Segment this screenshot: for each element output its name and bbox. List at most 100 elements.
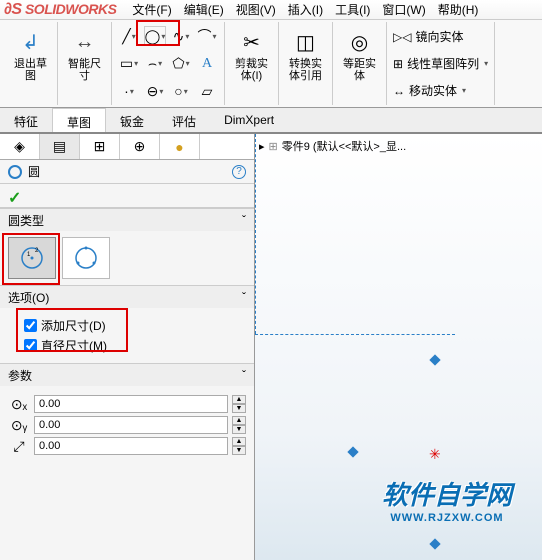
section-header-type[interactable]: 圆类型 ˇ [0,209,254,231]
param-y: ⊙ᵧ ▲▼ [8,416,246,434]
property-icon: ▤ [53,138,66,155]
watermark: 软件自学网 WWW.RJZXW.COM [382,475,512,524]
confirm-bar: ✓ [0,184,254,208]
axis-endpoint [347,446,358,457]
arc-tool[interactable]: ⌢▾ [144,54,166,74]
menu-file[interactable]: 文件(F) [132,1,171,18]
panel-tab-property[interactable]: ▤ [40,134,80,159]
property-manager: ◈ ▤ ⊞ ⊕ ● 圆 ? ✓ 圆类型 ˇ 12 [0,134,255,560]
convert-button[interactable]: ◫ 转换实 体引用 [285,24,326,86]
param-radius: ⤢ ▲▼ [8,437,246,455]
vertical-axis [255,134,256,334]
slot-tool[interactable]: ⊖▾ [144,81,166,101]
ok-button[interactable]: ✓ [8,190,21,207]
x-coord-icon: ⊙ₓ [8,395,30,413]
x-input[interactable] [34,395,228,413]
move-button[interactable]: ↔ 移动实体▾ [393,82,466,99]
tab-dimxpert[interactable]: DimXpert [210,108,288,132]
section-options: 选项(O) ˇ 添加尺寸(D) 直径尺寸(M) [0,285,254,363]
feature-tree-flyout[interactable]: ▸ ⊞ 零件9 (默认<<默认>_显... [259,138,406,154]
exit-sketch-icon: ↲ [17,28,45,56]
tab-evaluate[interactable]: 评估 [158,108,210,132]
rect-tool[interactable]: ▭▾ [118,54,140,74]
x-down[interactable]: ▼ [232,404,246,413]
collapse-icon: ˇ [242,213,246,227]
offset-icon: ◎ [346,28,374,56]
feature-tree-icon: ◈ [14,138,25,155]
help-icon[interactable]: ? [232,165,246,179]
trim-button[interactable]: ✂ 剪裁实 体(I) [231,24,272,86]
menu-tools[interactable]: 工具(I) [335,1,370,18]
radius-icon: ⤢ [8,437,30,455]
collapse-icon: ˇ [242,368,246,382]
axis-endpoint [429,354,440,365]
y-input[interactable] [34,416,228,434]
panel-tabs: ◈ ▤ ⊞ ⊕ ● [0,134,254,160]
mirror-icon: ▷◁ [393,30,411,44]
config-icon: ⊞ [94,138,106,155]
menu-help[interactable]: 帮助(H) [438,1,479,18]
panel-tab-feature[interactable]: ◈ [0,134,40,159]
appearance-icon: ● [175,139,183,155]
section-header-options[interactable]: 选项(O) ˇ [0,286,254,308]
highlight-circle-tool [136,20,180,46]
tab-feature[interactable]: 特征 [0,108,52,132]
tab-sheetmetal[interactable]: 钣金 [106,108,158,132]
dim-icon: ⊕ [134,138,146,155]
convert-icon: ◫ [292,28,320,56]
panel-title: 圆 [28,163,40,180]
x-up[interactable]: ▲ [232,395,246,404]
axis-endpoint [429,538,440,549]
highlight-center-circle [2,233,60,285]
exit-sketch-button[interactable]: ↲ 退出草 图 [10,24,51,86]
perimeter-circle-button[interactable] [62,237,110,279]
pattern-icon: ⊞ [393,57,403,71]
move-icon: ↔ [393,84,405,98]
dimension-icon: ↔ [71,28,99,56]
polygon-tool[interactable]: ⬠▾ [170,54,192,74]
part-name: 零件9 (默认<<默认>_显... [282,138,406,154]
r-up[interactable]: ▲ [232,437,246,446]
panel-tab-appearance[interactable]: ● [160,134,200,159]
app-logo: ∂S SOLIDWORKS [4,1,116,19]
y-up[interactable]: ▲ [232,416,246,425]
section-circle-type: 圆类型 ˇ 12 [0,208,254,285]
part-icon: ⊞ [269,140,278,153]
y-down[interactable]: ▼ [232,425,246,434]
panel-title-bar: 圆 ? [0,160,254,184]
graphics-area[interactable]: ▸ ⊞ 零件9 (默认<<默认>_显... ✳ 软件自学网 WWW.RJZXW.… [255,134,542,560]
trim-icon: ✂ [238,28,266,56]
menu-insert[interactable]: 插入(I) [288,1,323,18]
highlight-options [16,308,128,352]
panel-tab-dim[interactable]: ⊕ [120,134,160,159]
smart-dimension-button[interactable]: ↔ 智能尺 寸 [64,24,105,86]
section-parameters: 参数 ˇ ⊙ₓ ▲▼ ⊙ᵧ ▲▼ ⤢ ▲▼ [0,363,254,464]
panel-tab-config[interactable]: ⊞ [80,134,120,159]
circle-icon [8,165,22,179]
command-tabs: 特征 草图 钣金 评估 DimXpert [0,108,542,134]
param-x: ⊙ₓ ▲▼ [8,395,246,413]
collapse-icon: ˇ [242,290,246,304]
pattern-button[interactable]: ⊞ 线性草图阵列▾ [393,55,488,72]
menu-bar: 文件(F) 编辑(E) 视图(V) 插入(I) 工具(I) 窗口(W) 帮助(H… [132,1,478,18]
ellipse-tool[interactable]: ○▾ [170,81,192,101]
radius-input[interactable] [34,437,228,455]
origin-point: ✳ [429,446,441,463]
title-bar: ∂S SOLIDWORKS 文件(F) 编辑(E) 视图(V) 插入(I) 工具… [0,0,542,20]
point-tool[interactable]: ·▾ [118,81,140,101]
tab-sketch[interactable]: 草图 [52,108,106,132]
expand-tree-icon[interactable]: ▸ [259,140,265,153]
offset-button[interactable]: ◎ 等距实 体 [339,24,380,86]
r-down[interactable]: ▼ [232,446,246,455]
menu-view[interactable]: 视图(V) [236,1,276,18]
ribbon: ↲ 退出草 图 ↔ 智能尺 寸 ╱▾ ◯▾ ∿▾ ⌒▾ ▭▾ ⌢▾ ⬠▾ A ·… [0,20,542,108]
plane-tool[interactable]: ▱ [196,81,218,101]
text-tool[interactable]: A [196,54,218,74]
horizontal-axis [255,334,455,335]
mirror-button[interactable]: ▷◁ 镜向实体 [393,28,463,45]
fillet-tool[interactable]: ⌒▾ [196,26,218,46]
section-header-params[interactable]: 参数 ˇ [0,364,254,386]
y-coord-icon: ⊙ᵧ [8,416,30,434]
menu-edit[interactable]: 编辑(E) [184,1,224,18]
menu-window[interactable]: 窗口(W) [382,1,425,18]
